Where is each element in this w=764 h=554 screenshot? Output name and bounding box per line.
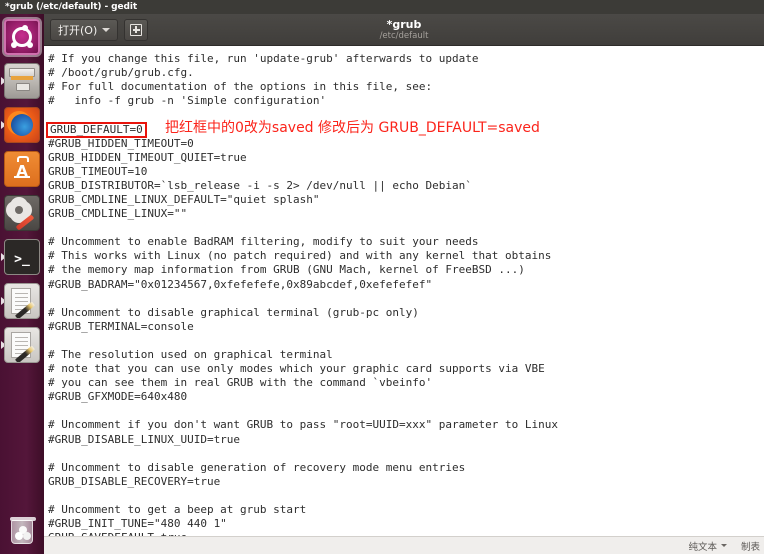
code-line: #GRUB_BADRAM="0x01234567,0xfefefefe,0x89… bbox=[48, 277, 433, 291]
gedit-icon bbox=[4, 283, 40, 319]
open-button-label: 打开(O) bbox=[58, 23, 98, 37]
code-line: # This works with Linux (no patch requir… bbox=[48, 249, 552, 263]
unity-launcher: A >_ bbox=[0, 14, 44, 554]
code-line: # info -f grub -n 'Simple configuration' bbox=[48, 94, 327, 108]
code-line: GRUB_CMDLINE_LINUX="" bbox=[48, 207, 188, 221]
chevron-down-icon bbox=[102, 27, 111, 32]
trash-icon bbox=[4, 512, 40, 548]
gedit-window: 打开(O) *grub /etc/default # If you change… bbox=[44, 14, 764, 554]
code-line: # /boot/grub/grub.cfg. bbox=[48, 66, 194, 80]
software-center-icon: A bbox=[4, 151, 40, 187]
code-line: GRUB_TIMEOUT=10 bbox=[48, 164, 148, 178]
launcher-item-ubuntu-dash[interactable] bbox=[2, 17, 42, 57]
document-title: *grub bbox=[386, 17, 422, 31]
files-icon bbox=[4, 63, 40, 99]
code-line: # Uncomment to enable BadRAM filtering, … bbox=[48, 235, 479, 249]
launcher-item-trash[interactable] bbox=[2, 510, 42, 550]
terminal-icon: >_ bbox=[4, 239, 40, 275]
language-selector[interactable]: 纯文本 bbox=[688, 539, 727, 553]
launcher-item-firefox[interactable] bbox=[2, 105, 42, 145]
code-line: GRUB_DISABLE_RECOVERY=true bbox=[48, 474, 221, 488]
launcher-item-terminal[interactable]: >_ bbox=[2, 237, 42, 277]
headerbar-left-controls: 打开(O) bbox=[50, 18, 149, 41]
code-line: GRUB_HIDDEN_TIMEOUT_QUIET=true bbox=[48, 150, 247, 164]
top-panel: *grub (/etc/default) - gedit bbox=[0, 0, 764, 14]
code-line: # Uncomment to get a beep at grub start bbox=[48, 503, 307, 516]
launcher-item-software-center[interactable]: A bbox=[2, 149, 42, 189]
gedit-statusbar: 纯文本 制表 bbox=[44, 536, 764, 554]
code-line: # you can see them in real GRUB with the… bbox=[48, 376, 433, 390]
window-title-text: *grub (/etc/default) - gedit bbox=[5, 2, 138, 12]
launcher-item-system-settings[interactable] bbox=[2, 193, 42, 233]
open-button[interactable]: 打开(O) bbox=[50, 18, 119, 41]
save-button[interactable] bbox=[124, 18, 149, 41]
code-line: # For full documentation of the options … bbox=[48, 80, 433, 94]
code-line: #GRUB_DISABLE_LINUX_UUID=true bbox=[48, 432, 241, 446]
gedit-headerbar: 打开(O) *grub /etc/default bbox=[44, 14, 764, 46]
code-line: # note that you can use only modes which… bbox=[48, 362, 545, 376]
code-line: # Uncomment if you don't want GRUB to pa… bbox=[48, 418, 558, 432]
tab-width-label: 制表 bbox=[740, 541, 760, 553]
annotation-text: 把红框中的0改为saved 修改后为 GRUB_DEFAULT=saved bbox=[165, 120, 540, 137]
code-line: # If you change this file, run 'update-g… bbox=[48, 52, 479, 65]
code-line: GRUB_SAVEDEFAULT=true bbox=[48, 531, 764, 536]
code-line: GRUB_DISTRIBUTOR=`lsb_release -i -s 2> /… bbox=[48, 178, 472, 192]
code-line: #GRUB_INIT_TUNE="480 440 1" bbox=[48, 517, 227, 531]
language-label: 纯文本 bbox=[688, 541, 717, 553]
code-line: GRUB_CMDLINE_LINUX_DEFAULT="quiet splash… bbox=[48, 192, 320, 206]
code-line: # The resolution used on graphical termi… bbox=[48, 347, 333, 361]
code-line: #GRUB_HIDDEN_TIMEOUT=0 bbox=[48, 136, 194, 150]
code-line: # Uncomment to disable graphical termina… bbox=[48, 305, 419, 319]
settings-gear-wrench-icon bbox=[4, 195, 40, 231]
firefox-icon bbox=[4, 107, 40, 143]
launcher-item-gedit-2[interactable] bbox=[2, 325, 42, 365]
gedit-icon bbox=[4, 327, 40, 363]
code-line: #GRUB_TERMINAL=console bbox=[48, 319, 194, 333]
tab-width-selector[interactable]: 制表 bbox=[741, 539, 760, 553]
code-line: # the memory map information from GRUB (… bbox=[48, 263, 525, 277]
chevron-down-icon bbox=[720, 544, 727, 547]
headerbar-title-block: *grub /etc/default bbox=[44, 14, 764, 45]
editor-area[interactable]: # If you change this file, run 'update-g… bbox=[44, 46, 764, 536]
code-line-highlighted: GRUB_DEFAULT=0 把红框中的0改为saved 修改后为 GRUB_DE… bbox=[46, 120, 764, 139]
save-icon bbox=[130, 23, 143, 36]
document-text[interactable]: # If you change this file, run 'update-g… bbox=[44, 46, 764, 536]
document-path: /etc/default bbox=[379, 30, 429, 41]
code-line: #GRUB_GFXMODE=640x480 bbox=[48, 390, 188, 404]
launcher-item-files[interactable] bbox=[2, 61, 42, 101]
code-line: # Uncomment to disable generation of rec… bbox=[48, 460, 466, 474]
ubuntu-logo-icon bbox=[4, 19, 40, 55]
launcher-item-gedit-1[interactable] bbox=[2, 281, 42, 321]
